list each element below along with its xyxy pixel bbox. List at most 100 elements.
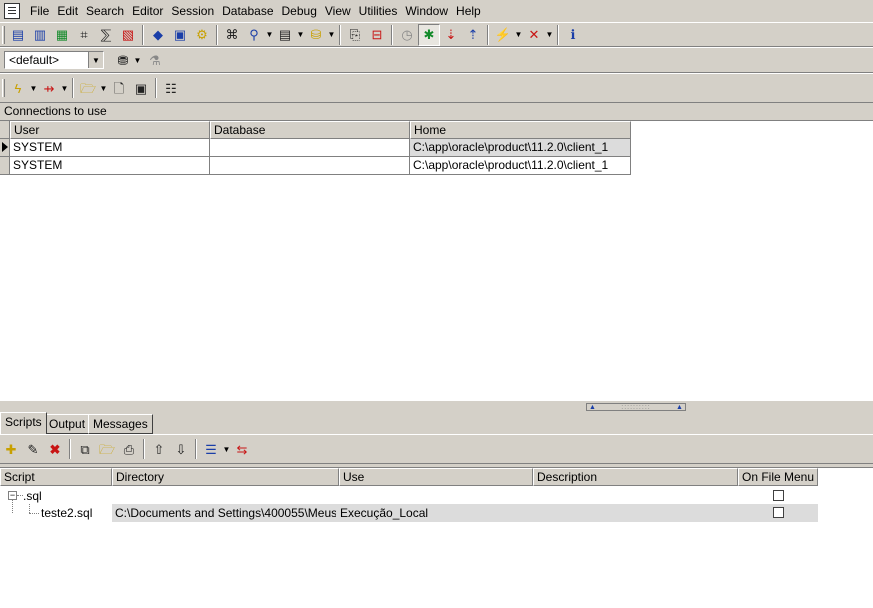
disconnect-dropdown-icon[interactable]: ▼ <box>545 24 554 46</box>
grid-corner <box>0 121 10 139</box>
cell-home[interactable]: C:\app\oracle\product\11.2.0\client_1 <box>410 139 631 157</box>
cell-user[interactable]: SYSTEM <box>10 157 210 175</box>
app-icon <box>4 3 20 19</box>
report-window-icon[interactable]: ▧ <box>117 24 139 46</box>
column-header-home[interactable]: Home <box>410 121 631 139</box>
on-file-menu-checkbox[interactable] <box>773 490 784 501</box>
move-down-icon[interactable]: ⇩ <box>170 438 192 460</box>
menu-bar: File Edit Search Editor Session Database… <box>0 0 873 22</box>
session-select-value: <default> <box>9 53 60 67</box>
session-disabled-icon: ⚗ <box>149 52 161 68</box>
open-icon[interactable]: 🗁 <box>96 438 118 460</box>
step-down-icon[interactable]: ⇣ <box>440 24 462 46</box>
export-scripts-icon[interactable]: ⇆ <box>231 438 253 460</box>
gear-icon[interactable]: ⚙ <box>191 24 213 46</box>
column-header-use[interactable]: Use <box>339 468 533 486</box>
save-compile-icon[interactable]: ⊟ <box>366 24 388 46</box>
connect-dropdown-icon[interactable]: ▼ <box>514 24 523 46</box>
copy-icon[interactable]: ⧉ <box>74 438 96 460</box>
print-icon[interactable]: ⎙ <box>118 438 140 460</box>
templates-icon[interactable]: ▤ <box>274 24 296 46</box>
execute-lightning-icon[interactable]: ϟ <box>7 77 29 99</box>
collapse-icon[interactable]: − <box>8 491 17 500</box>
tree-view-dropdown-icon[interactable]: ▼ <box>222 438 231 460</box>
cell-script[interactable]: teste2.sql <box>41 506 92 520</box>
group-label[interactable]: .sql <box>23 489 42 503</box>
command-toolbar: ϟ ▼ ⇸ ▼ 🗁 ▼ 🗋 ▣ ☷ <box>0 73 873 103</box>
tab-messages[interactable]: Messages <box>88 414 153 434</box>
on-file-menu-checkbox[interactable] <box>773 507 784 518</box>
menu-help[interactable]: Help <box>452 0 485 22</box>
diamond-icon[interactable]: ◆ <box>147 24 169 46</box>
object-browser-icon[interactable]: ⌘ <box>221 24 243 46</box>
tab-scripts[interactable]: Scripts <box>0 412 47 434</box>
menu-view[interactable]: View <box>321 0 355 22</box>
new-file-icon[interactable]: 🗋 <box>108 77 130 99</box>
menu-window[interactable]: Window <box>401 0 452 22</box>
collapse-down-icon[interactable]: ▲ <box>676 404 683 411</box>
delete-icon[interactable]: ✖ <box>44 438 66 460</box>
stopwatch-icon[interactable]: ◷ <box>396 24 418 46</box>
toolbar-grip[interactable] <box>2 25 5 44</box>
column-header-user[interactable]: User <box>10 121 210 139</box>
sql-window-icon[interactable]: ▥ <box>29 24 51 46</box>
tree-view-icon[interactable]: ☰ <box>200 438 222 460</box>
target-dropdown-icon[interactable]: ▼ <box>60 77 69 99</box>
collapse-up-icon[interactable]: ▲ <box>589 404 596 411</box>
open-dropdown-icon[interactable]: ▼ <box>99 77 108 99</box>
cell-home[interactable]: C:\app\oracle\product\11.2.0\client_1 <box>410 157 631 175</box>
disconnect-icon[interactable]: ✕ <box>523 24 545 46</box>
open-folder-icon[interactable]: 🗁 <box>77 77 99 99</box>
cell-database[interactable] <box>210 139 410 157</box>
connect-icon[interactable]: ⚡ <box>492 24 514 46</box>
command-window-icon[interactable]: ▦ <box>51 24 73 46</box>
session-select[interactable]: <default> ▼ <box>4 51 104 69</box>
menu-debug[interactable]: Debug <box>278 0 321 22</box>
explain-plan-icon[interactable]: ⌗ <box>73 24 95 46</box>
cell-user[interactable]: SYSTEM <box>10 139 210 157</box>
sql-icon[interactable]: ⅀ <box>95 24 117 46</box>
column-header-database[interactable]: Database <box>210 121 410 139</box>
step-up-icon[interactable]: ⇡ <box>462 24 484 46</box>
menu-utilities[interactable]: Utilities <box>355 0 402 22</box>
connections-caption: Connections to use <box>4 104 107 118</box>
target-icon[interactable]: ⇸ <box>38 77 60 99</box>
info-icon[interactable]: ℹ <box>562 24 584 46</box>
chevron-down-icon[interactable]: ▼ <box>88 52 103 68</box>
splitter[interactable] <box>0 400 873 412</box>
export-dropdown-icon[interactable]: ▼ <box>327 24 336 46</box>
execute-dropdown-icon[interactable]: ▼ <box>29 77 38 99</box>
menu-session[interactable]: Session <box>167 0 218 22</box>
session-icon[interactable]: ⛃ <box>112 49 134 71</box>
session-dropdown-icon[interactable]: ▼ <box>133 49 142 71</box>
test-window-icon[interactable]: ▣ <box>169 24 191 46</box>
toolbar-grip[interactable] <box>2 79 5 97</box>
compile-icon[interactable]: ⎘ <box>344 24 366 46</box>
cell-use[interactable]: Execução_Local <box>340 506 530 520</box>
splitter-grip[interactable]: ▲ :::::::::: ▲ <box>586 403 686 411</box>
new-window-icon[interactable]: ▤ <box>7 24 29 46</box>
column-header-script[interactable]: Script <box>0 468 112 486</box>
column-header-directory[interactable]: Directory <box>112 468 339 486</box>
edit-script-icon[interactable]: ✎ <box>22 438 44 460</box>
add-script-icon[interactable]: ✚ <box>0 438 22 460</box>
tab-output[interactable]: Output <box>44 414 91 434</box>
column-header-on-file-menu[interactable]: On File Menu <box>738 468 818 486</box>
find-objects-dropdown-icon[interactable]: ▼ <box>265 24 274 46</box>
column-header-description[interactable]: Description <box>533 468 738 486</box>
cell-directory[interactable]: C:\Documents and Settings\400055\Meus do… <box>115 506 336 520</box>
debug-bug-icon[interactable]: ✱ <box>418 23 440 46</box>
save-icon[interactable]: ▣ <box>130 77 152 99</box>
templates-dropdown-icon[interactable]: ▼ <box>296 24 305 46</box>
menu-edit[interactable]: Edit <box>53 0 82 22</box>
menu-database[interactable]: Database <box>218 0 277 22</box>
move-up-icon[interactable]: ⇧ <box>148 438 170 460</box>
export-icon[interactable]: ⛁ <box>305 24 327 46</box>
cell-database[interactable] <box>210 157 410 175</box>
find-objects-icon[interactable]: ⚲ <box>243 24 265 46</box>
menu-editor[interactable]: Editor <box>128 0 167 22</box>
scripts-grid: Script Directory Use Description On File… <box>0 467 873 608</box>
menu-search[interactable]: Search <box>82 0 128 22</box>
menu-file[interactable]: File <box>26 0 53 22</box>
checklist-icon[interactable]: ☷ <box>160 77 182 99</box>
